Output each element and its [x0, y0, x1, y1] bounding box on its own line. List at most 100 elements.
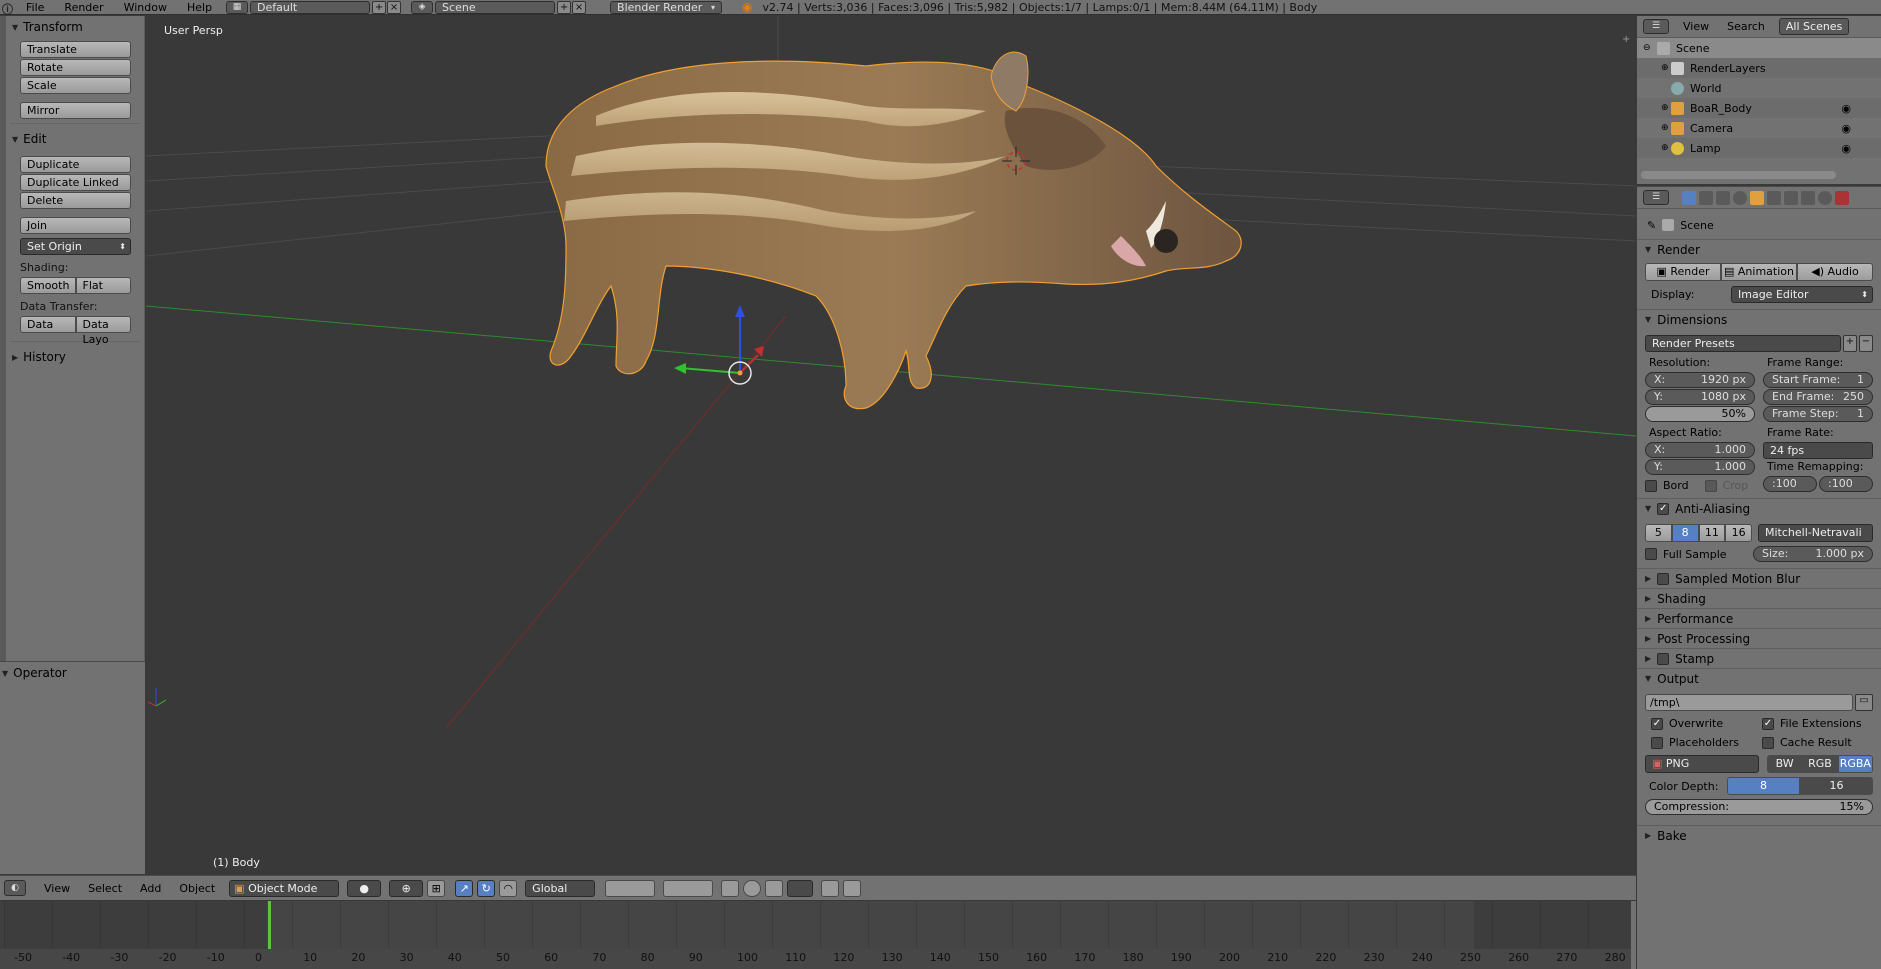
color-mode-rgba[interactable]: RGBA [1837, 755, 1873, 773]
panel-anti-aliasing-header[interactable]: ▼ ✓ Anti-Aliasing [1637, 498, 1881, 518]
pivot-select[interactable]: ⊕ [389, 879, 424, 897]
panel-history-header[interactable]: ▶ History [6, 346, 144, 368]
menu-window[interactable]: Window [114, 1, 177, 14]
add-scene-button[interactable]: + [557, 0, 572, 14]
menu-select[interactable]: Select [88, 882, 122, 895]
editor-type-icon[interactable]: ☰ [1643, 190, 1669, 205]
layout-select[interactable]: Default [250, 0, 371, 14]
lock-layers-icon[interactable] [721, 879, 740, 897]
aa-samples-16[interactable]: 16 [1725, 524, 1752, 542]
set-origin-select[interactable]: Set Origin ⬍ [20, 238, 131, 255]
aa-samples-5[interactable]: 5 [1645, 524, 1672, 542]
shading-mode-select[interactable]: ● [347, 879, 382, 897]
eye-icon[interactable]: ◉ [1841, 102, 1851, 115]
menu-help[interactable]: Help [177, 1, 222, 14]
file-extensions-checkbox[interactable]: ✓ [1762, 717, 1774, 730]
start-frame-field[interactable]: Start Frame: 1 [1763, 372, 1873, 388]
audio-button[interactable]: ◀) Audio [1797, 263, 1873, 281]
frame-rate-select[interactable]: 24 fps [1763, 442, 1873, 459]
remove-preset-button[interactable]: − [1859, 335, 1873, 352]
display-select[interactable]: Image Editor ⬍ [1731, 286, 1873, 303]
panel-render-header[interactable]: ▼ Render [1637, 239, 1881, 259]
rotate-button[interactable]: Rotate [20, 59, 131, 76]
smooth-button[interactable]: Smooth [20, 277, 76, 294]
color-depth-8[interactable]: 8 [1727, 777, 1800, 795]
timeline[interactable]: -50 -40 -30 -20 -10 0 10 20 30 40 50 60 70 80 90 100 110… [0, 901, 1636, 969]
snap-target-icon[interactable] [787, 879, 814, 897]
panel-bake-header[interactable]: ▶ Bake [1637, 825, 1881, 845]
scene-icon[interactable]: ◈ [411, 0, 434, 14]
duplicate-button[interactable]: Duplicate [20, 156, 131, 173]
outliner-row-scene[interactable]: ⊖ Scene [1637, 38, 1881, 58]
panel-stamp-header[interactable]: ▶ Stamp [1637, 648, 1881, 668]
modifiers-tab-icon[interactable] [1784, 190, 1798, 205]
scene-select[interactable]: Scene [435, 0, 556, 14]
panel-output-header[interactable]: ▼ Output [1637, 668, 1881, 688]
expand-icon[interactable]: ⊕ [1661, 123, 1671, 133]
panel-performance-header[interactable]: ▶ Performance [1637, 608, 1881, 628]
data-button[interactable]: Data [20, 316, 76, 333]
remap-new-field[interactable]: :100 [1819, 476, 1873, 492]
aa-samples-8[interactable]: 8 [1671, 524, 1699, 542]
object-tab-icon[interactable] [1750, 190, 1764, 205]
flat-button[interactable]: Flat [75, 277, 131, 294]
aspect-x-field[interactable]: X: 1.000 [1645, 442, 1755, 458]
add-preset-button[interactable]: + [1843, 335, 1857, 352]
panel-shading-header[interactable]: ▶ Shading [1637, 588, 1881, 608]
manipulator-toggle-icon[interactable]: ⊞ [427, 879, 446, 897]
snap-icon[interactable] [765, 879, 784, 897]
aa-samples-11[interactable]: 11 [1698, 524, 1726, 542]
aspect-y-field[interactable]: Y: 1.000 [1645, 459, 1755, 475]
panel-operator-header[interactable]: ▼ Operator [0, 662, 145, 684]
stamp-checkbox[interactable] [1657, 652, 1670, 665]
outliner-row-camera[interactable]: ⊕ Camera ◉ [1637, 118, 1881, 138]
delete-button[interactable]: Delete [20, 192, 131, 209]
scale-manipulator-icon[interactable]: ◠ [499, 879, 518, 897]
data-tab-icon[interactable] [1801, 190, 1815, 205]
color-depth-16[interactable]: 16 [1800, 777, 1873, 795]
world-tab-icon[interactable] [1733, 190, 1747, 205]
translate-button[interactable]: Translate [20, 41, 131, 58]
color-mode-rgb[interactable]: RGB [1802, 755, 1838, 773]
add-layout-button[interactable]: + [372, 0, 387, 14]
layers-tab-icon[interactable] [1699, 190, 1713, 205]
panel-edit-header[interactable]: ▼ Edit [6, 128, 144, 150]
horizontal-scrollbar[interactable] [1641, 171, 1836, 179]
menu-add[interactable]: Add [140, 882, 161, 895]
editor-type-icon[interactable]: ◐ [4, 880, 26, 896]
proportional-edit-icon[interactable] [743, 879, 762, 897]
3d-viewport[interactable]: User Persp (1) Body + [146, 16, 1636, 874]
rotate-manipulator-icon[interactable]: ↻ [477, 879, 496, 897]
render-anim-icon[interactable] [843, 879, 862, 897]
outliner-search-menu[interactable]: Search [1727, 20, 1765, 33]
expand-icon[interactable]: ⊕ [1661, 103, 1671, 113]
outliner-row-renderlayers[interactable]: ⊕ RenderLayers [1637, 58, 1881, 78]
outliner-row-world[interactable]: World [1637, 78, 1881, 98]
display-mode-select[interactable]: All Scenes [1778, 18, 1850, 35]
orientation-select[interactable]: Global [525, 879, 596, 897]
panel-sampled-motion-blur-header[interactable]: ▶ Sampled Motion Blur [1637, 568, 1881, 588]
scene-tab-icon[interactable] [1716, 190, 1730, 205]
overwrite-checkbox[interactable]: ✓ [1651, 717, 1663, 730]
crop-checkbox[interactable] [1704, 479, 1717, 492]
outliner-row-boar-body[interactable]: ⊕ BoaR_Body ◉ [1637, 98, 1881, 118]
border-checkbox[interactable] [1645, 479, 1657, 492]
render-still-icon[interactable] [821, 879, 840, 897]
layers-grid-icon-2[interactable] [663, 879, 714, 897]
menu-object[interactable]: Object [179, 882, 215, 895]
menu-view[interactable]: View [44, 882, 70, 895]
render-presets-select[interactable]: Render Presets [1645, 335, 1841, 352]
render-button[interactable]: ▣ Render [1645, 263, 1721, 281]
expand-icon[interactable]: ⊕ [1661, 63, 1671, 73]
duplicate-linked-button[interactable]: Duplicate Linked [20, 174, 131, 191]
pin-icon[interactable]: ✎ [1647, 219, 1656, 232]
mode-select[interactable]: ▣ Object Mode [229, 879, 340, 897]
menu-file[interactable]: File [16, 1, 54, 14]
cache-result-checkbox[interactable] [1762, 736, 1774, 749]
render-tab-icon[interactable] [1682, 190, 1696, 205]
translate-manipulator-icon[interactable]: ↗ [455, 879, 474, 897]
file-format-select[interactable]: ▣ PNG [1645, 755, 1759, 773]
remap-old-field[interactable]: :100 [1763, 476, 1817, 492]
outliner-row-lamp[interactable]: ⊕ Lamp ◉ [1637, 138, 1881, 158]
motion-blur-checkbox[interactable] [1657, 572, 1670, 585]
